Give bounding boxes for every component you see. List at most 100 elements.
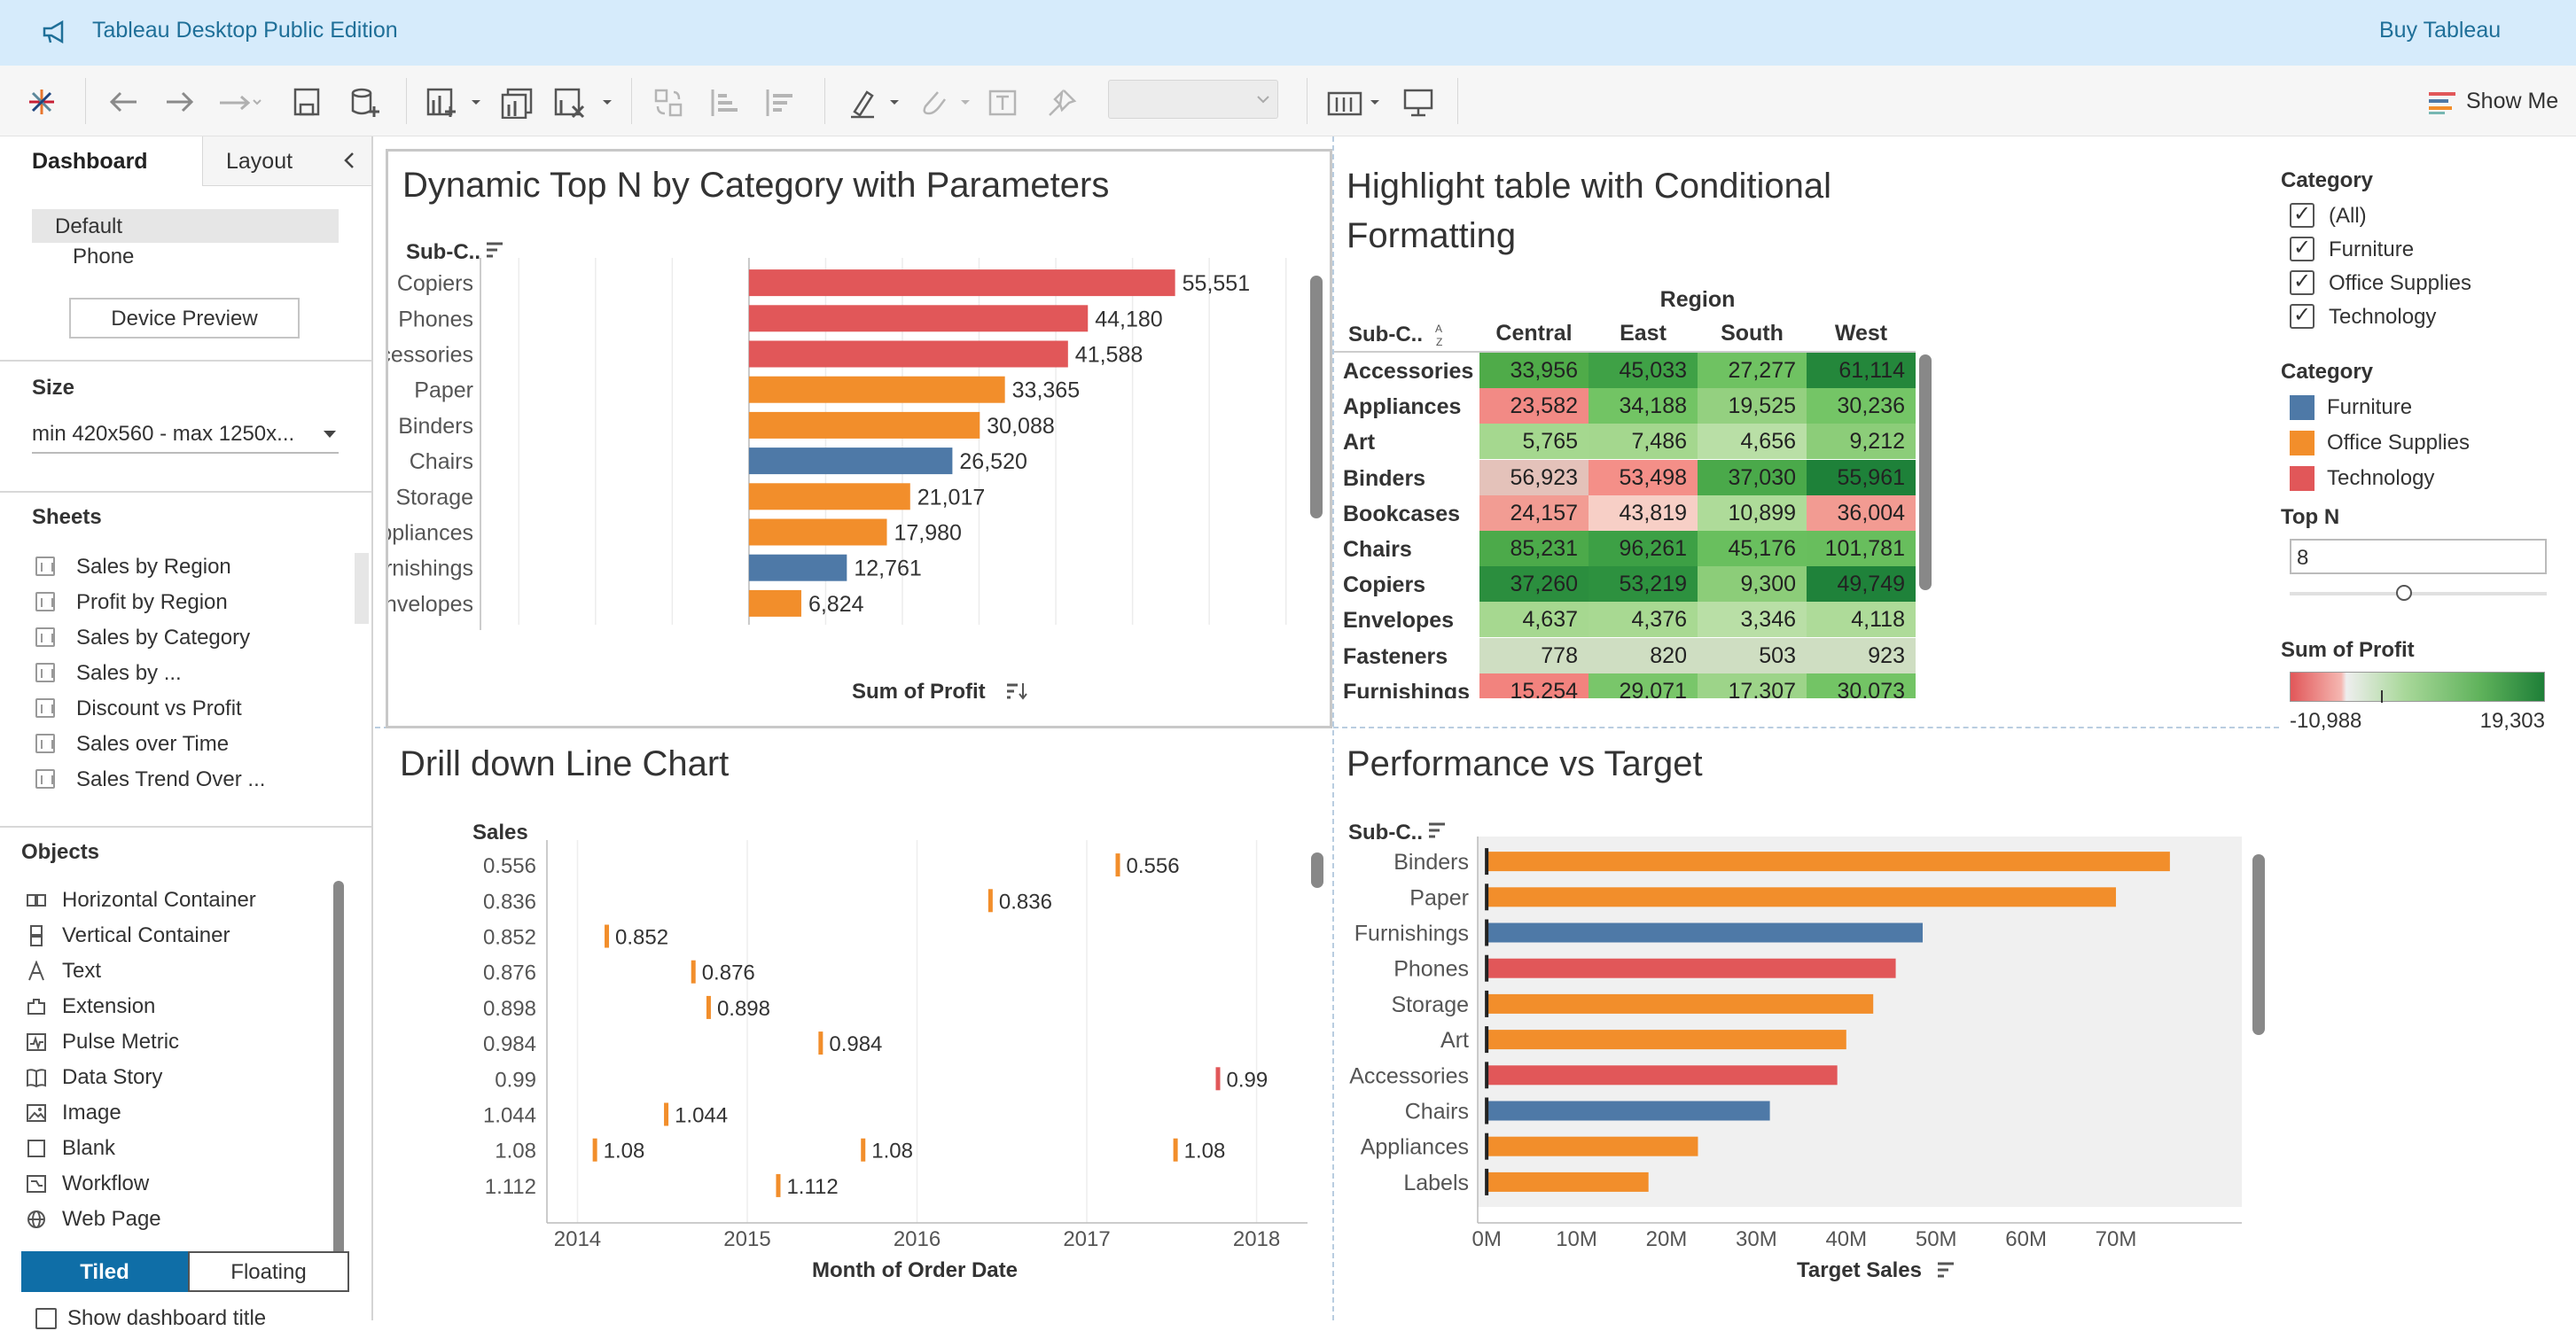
sort-icon[interactable]	[1005, 681, 1028, 701]
sheet-item[interactable]: Sales by ...	[32, 656, 351, 691]
table-cell[interactable]: 4,376	[1589, 602, 1698, 638]
table-cell[interactable]: 56,923	[1479, 459, 1589, 495]
fix-axes-icon[interactable]	[1046, 87, 1078, 119]
highlight-icon[interactable]	[847, 87, 904, 119]
sheet-item[interactable]: Sales Trend Over ...	[32, 762, 351, 798]
drill-zone[interactable]: Drill down Line Chart Sales 0.556 0.836 0.…	[386, 730, 1331, 1315]
tableau-logo-icon[interactable]	[27, 87, 57, 117]
buy-tableau-link[interactable]: Buy Tableau	[2379, 18, 2501, 43]
highlight-scrollbar[interactable]	[1919, 354, 1932, 590]
table-cell[interactable]: 820	[1589, 637, 1698, 673]
swap-rows-columns-icon[interactable]	[652, 87, 684, 119]
sort-icon[interactable]	[484, 240, 505, 260]
show-mark-labels-icon[interactable]	[987, 87, 1019, 119]
redo-icon[interactable]	[163, 89, 197, 115]
sheets-scrollbar[interactable]	[355, 553, 369, 624]
table-cell[interactable]: 23,582	[1479, 388, 1589, 424]
object-web-page[interactable]: Web Page	[21, 1202, 332, 1237]
table-cell[interactable]: 15,254	[1479, 673, 1589, 698]
table-cell[interactable]: 30,236	[1807, 388, 1916, 424]
legend-item[interactable]: Technology	[2281, 461, 2547, 496]
perf-scrollbar[interactable]	[2252, 854, 2265, 1035]
collapse-chevron-icon[interactable]	[341, 151, 357, 170]
tab-layout[interactable]: Layout	[202, 136, 371, 186]
legend-item[interactable]: Furniture	[2281, 390, 2547, 425]
category-filter-item[interactable]: ✓ Furniture	[2281, 232, 2547, 266]
object-data-story[interactable]: Data Story	[21, 1060, 332, 1095]
table-cell[interactable]: 34,188	[1589, 388, 1698, 424]
table-cell[interactable]: 4,656	[1698, 424, 1807, 460]
clear-sheet-icon[interactable]	[553, 87, 615, 119]
object-extension[interactable]: Extension	[21, 989, 332, 1024]
device-default[interactable]: Default	[32, 209, 339, 243]
new-worksheet-icon[interactable]	[425, 87, 484, 119]
topn-slider-track[interactable]	[2290, 592, 2547, 595]
topn-scrollbar[interactable]	[1310, 276, 1323, 518]
table-cell[interactable]: 778	[1479, 637, 1589, 673]
sheet-item[interactable]: Discount vs Profit	[32, 691, 351, 727]
table-cell[interactable]: 27,277	[1698, 353, 1807, 388]
replay-animation-icon[interactable]	[216, 92, 262, 113]
object-workflow[interactable]: Workflow	[21, 1166, 332, 1202]
presentation-mode-icon[interactable]	[1402, 87, 1434, 119]
checkbox[interactable]: ✓	[2290, 270, 2314, 295]
table-cell[interactable]: 85,231	[1479, 531, 1589, 566]
table-cell[interactable]: 30,073	[1807, 673, 1916, 698]
topn-zone[interactable]: Dynamic Top N by Category with Parameter…	[386, 149, 1332, 728]
object-horizontal-container[interactable]: Horizontal Container	[21, 883, 332, 918]
table-cell[interactable]: 9,212	[1807, 424, 1916, 460]
table-cell[interactable]: 55,961	[1807, 459, 1916, 495]
table-cell[interactable]: 10,899	[1698, 494, 1807, 531]
object-text[interactable]: Text	[21, 953, 332, 989]
drill-scrollbar[interactable]	[1311, 852, 1323, 888]
sheet-item[interactable]: Profit by Region	[32, 585, 351, 620]
show-me-icon[interactable]	[2427, 89, 2457, 115]
table-cell[interactable]: 17,307	[1698, 673, 1807, 698]
table-cell[interactable]: 53,219	[1589, 566, 1698, 603]
table-cell[interactable]: 503	[1698, 637, 1807, 673]
checkbox[interactable]: ✓	[2290, 304, 2314, 329]
tab-dashboard[interactable]: Dashboard	[0, 136, 202, 186]
size-dropdown[interactable]: min 420x560 - max 1250x...	[32, 418, 339, 454]
show-me-label[interactable]: Show Me	[2466, 89, 2558, 114]
object-blank[interactable]: Blank	[21, 1131, 332, 1166]
table-cell[interactable]: 19,525	[1698, 388, 1807, 424]
table-cell[interactable]: 61,114	[1807, 353, 1916, 388]
category-filter-item[interactable]: ✓ Office Supplies	[2281, 266, 2547, 300]
object-pulse-metric[interactable]: Pulse Metric	[21, 1024, 332, 1060]
table-cell[interactable]: 53,498	[1589, 459, 1698, 495]
fit-dropdown[interactable]	[1108, 80, 1278, 119]
table-cell[interactable]: 96,261	[1589, 531, 1698, 566]
legend-item[interactable]: Office Supplies	[2281, 425, 2547, 461]
floating-button[interactable]: Floating	[188, 1251, 349, 1292]
sort-ascending-icon[interactable]	[707, 87, 739, 119]
show-title-checkbox[interactable]	[35, 1308, 57, 1329]
group-members-icon[interactable]	[918, 87, 975, 119]
table-cell[interactable]: 4,118	[1807, 602, 1916, 638]
table-cell[interactable]: 7,486	[1589, 424, 1698, 460]
tiled-button[interactable]: Tiled	[21, 1251, 188, 1292]
device-phone[interactable]: Phone	[73, 245, 134, 269]
table-cell[interactable]: 43,819	[1589, 494, 1698, 531]
table-cell[interactable]: 9,300	[1698, 566, 1807, 603]
table-cell[interactable]: 5,765	[1479, 424, 1589, 460]
table-cell[interactable]: 24,157	[1479, 494, 1589, 531]
show-cards-icon[interactable]	[1326, 87, 1385, 119]
table-cell[interactable]: 101,781	[1807, 531, 1916, 566]
sheet-item[interactable]: Sales over Time	[32, 727, 351, 762]
table-cell[interactable]: 36,004	[1807, 494, 1916, 531]
sort-descending-icon[interactable]	[762, 87, 794, 119]
object-vertical-container[interactable]: Vertical Container	[21, 918, 332, 953]
save-icon[interactable]	[293, 87, 321, 117]
new-data-source-icon[interactable]	[349, 87, 381, 119]
sort-icon[interactable]	[1935, 1260, 1956, 1280]
table-cell[interactable]: 49,749	[1807, 566, 1916, 603]
table-cell[interactable]: 3,346	[1698, 602, 1807, 638]
objects-scrollbar[interactable]	[333, 881, 344, 1271]
table-cell[interactable]: 45,033	[1589, 353, 1698, 388]
table-cell[interactable]: 923	[1807, 637, 1916, 673]
table-cell[interactable]: 4,637	[1479, 602, 1589, 638]
object-image[interactable]: Image	[21, 1095, 332, 1131]
sheet-item[interactable]: Sales by Category	[32, 620, 351, 656]
table-cell[interactable]: 37,030	[1698, 459, 1807, 495]
